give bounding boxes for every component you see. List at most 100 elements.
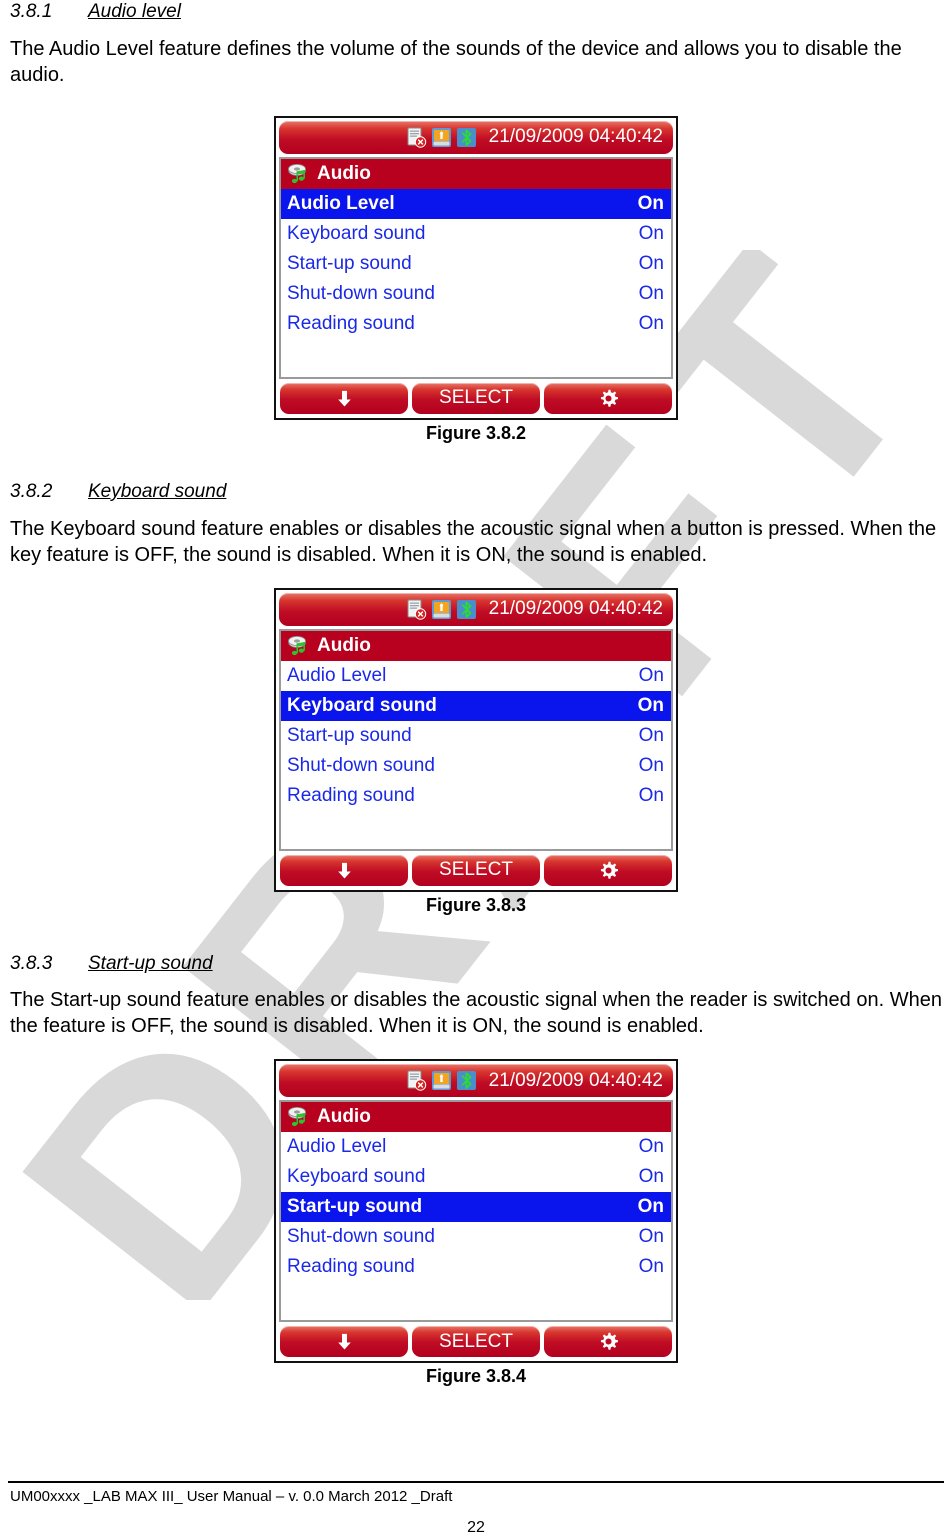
arrow-down-icon [334,1331,355,1352]
menu-title-label: Audio [317,162,371,184]
figure-caption: Figure 3.8.3 [425,894,527,915]
menu-row-shut-down-sound[interactable]: Shut-down sound On [281,1222,671,1253]
menu-row-audio-level[interactable]: Audio Level On [281,188,671,219]
menu-row-value: On [638,252,664,274]
status-icon-group [406,599,477,620]
section-body-3-8-3: The Start-up sound feature enables or di… [10,989,942,1038]
memory-card-error-icon [406,127,427,148]
menu-row-label: Reading sound [287,312,415,334]
menu-title-label: Audio [317,1106,371,1128]
softkey-settings[interactable] [544,854,672,886]
softkey-select[interactable]: SELECT [412,1326,540,1358]
softkey-select-label: SELECT [439,387,513,409]
menu-row-label: Audio Level [287,664,387,686]
menu-row-value: On [638,282,664,304]
softkey-settings[interactable] [544,382,672,414]
menu-row-start-up-sound[interactable]: Start-up sound On [281,720,671,751]
figure-3-8-3: 21/09/2009 04:40:42 Audio Audio Level On… [10,587,942,916]
menu-row-value: On [637,192,664,214]
softkey-settings[interactable] [544,1326,672,1358]
footer-divider [8,1481,944,1483]
menu-row-start-up-sound[interactable]: Start-up sound On [281,1192,671,1223]
menu-row-keyboard-sound[interactable]: Keyboard sound On [281,218,671,249]
status-datetime: 21/09/2009 04:40:42 [488,598,663,619]
menu-row-label: Keyboard sound [287,694,437,716]
menu-row-value: On [638,1166,664,1188]
softkey-scroll-down[interactable] [280,854,408,886]
menu-row-label: Reading sound [287,1256,415,1278]
menu-row-label: Start-up sound [287,724,412,746]
figure-3-8-4: 21/09/2009 04:40:42 Audio Audio Level On… [10,1059,942,1387]
menu-row-label: Shut-down sound [287,754,435,776]
menu-row-value: On [638,784,664,806]
menu-row-value: On [638,312,664,334]
device-status-bar: 21/09/2009 04:40:42 [279,592,673,626]
menu-row-label: Keyboard sound [287,222,426,244]
menu-row-reading-sound[interactable]: Reading sound On [281,308,671,339]
menu-row-keyboard-sound[interactable]: Keyboard sound On [281,1162,671,1193]
usb-device-icon [431,1070,452,1091]
softkey-scroll-down[interactable] [280,382,408,414]
section-body-3-8-2: The Keyboard sound feature enables or di… [10,517,937,566]
softkey-select[interactable]: SELECT [412,382,540,414]
device-screenshot-1: 21/09/2009 04:40:42 Audio Audio Level On… [274,115,678,420]
section-title: Audio level [88,1,181,22]
device-softkey-bar: SELECT [279,854,673,886]
bluetooth-icon [456,1070,477,1091]
menu-row-shut-down-sound[interactable]: Shut-down sound On [281,750,671,781]
section-number: 3.8.3 [10,952,53,974]
status-datetime: 21/09/2009 04:40:42 [488,1069,663,1091]
memory-card-error-icon [406,1070,427,1091]
usb-device-icon [431,127,452,148]
menu-row-value: On [638,222,664,244]
section-body-3-8-1: The Audio Level feature defines the volu… [10,37,902,86]
audio-speaker-note-icon [286,163,310,185]
menu-row-reading-sound[interactable]: Reading sound On [281,780,671,811]
arrow-down-icon [334,388,355,409]
usb-device-icon [431,599,452,620]
section-title: Keyboard sound [88,480,227,502]
menu-title-label: Audio [317,634,371,656]
audio-speaker-note-icon [286,1106,310,1128]
audio-speaker-note-icon [286,635,310,657]
device-status-bar: 21/09/2009 04:40:42 [279,1064,673,1098]
device-screen-body: Audio Audio Level On Keyboard sound On S… [279,628,673,851]
section-number: 3.8.1 [10,1,53,22]
page-footer: UM00xxxx _LAB MAX III_ User Manual – v. … [0,1481,952,1537]
softkey-scroll-down[interactable] [280,1326,408,1358]
menu-row-value: On [638,664,664,686]
menu-row-audio-level[interactable]: Audio Level On [281,1132,671,1163]
menu-row-keyboard-sound[interactable]: Keyboard sound On [281,690,671,721]
softkey-select[interactable]: SELECT [412,854,540,886]
softkey-select-label: SELECT [439,859,513,880]
section-number: 3.8.2 [10,480,53,502]
menu-row-value: On [637,694,664,716]
device-screenshot-2: 21/09/2009 04:40:42 Audio Audio Level On… [274,587,678,892]
menu-row-value: On [638,724,664,746]
gear-icon [598,388,619,409]
menu-row-label: Shut-down sound [287,282,435,304]
gear-icon [598,860,619,881]
menu-row-value: On [638,1136,664,1158]
menu-row-value: On [638,1256,664,1278]
status-icon-group [406,1070,477,1091]
menu-title-bar: Audio [281,158,671,189]
gear-icon [598,1331,619,1352]
bluetooth-icon [456,599,477,620]
menu-row-shut-down-sound[interactable]: Shut-down sound On [281,278,671,309]
memory-card-error-icon [406,599,427,620]
arrow-down-icon [334,860,355,881]
device-softkey-bar: SELECT [279,1326,673,1358]
device-screen-body: Audio Audio Level On Keyboard sound On S… [279,156,673,379]
menu-row-label: Keyboard sound [287,1166,426,1188]
menu-row-reading-sound[interactable]: Reading sound On [281,1252,671,1283]
device-screenshot-3: 21/09/2009 04:40:42 Audio Audio Level On… [274,1059,678,1364]
bluetooth-icon [456,127,477,148]
menu-row-audio-level[interactable]: Audio Level On [281,660,671,691]
status-datetime: 21/09/2009 04:40:42 [488,126,663,148]
section-heading-3-8-1: 3.8.1 Audio level [10,0,942,24]
menu-row-label: Audio Level [287,1136,387,1158]
section-title: Start-up sound [88,952,213,974]
menu-row-value: On [638,1226,664,1248]
menu-row-start-up-sound[interactable]: Start-up sound On [281,248,671,279]
